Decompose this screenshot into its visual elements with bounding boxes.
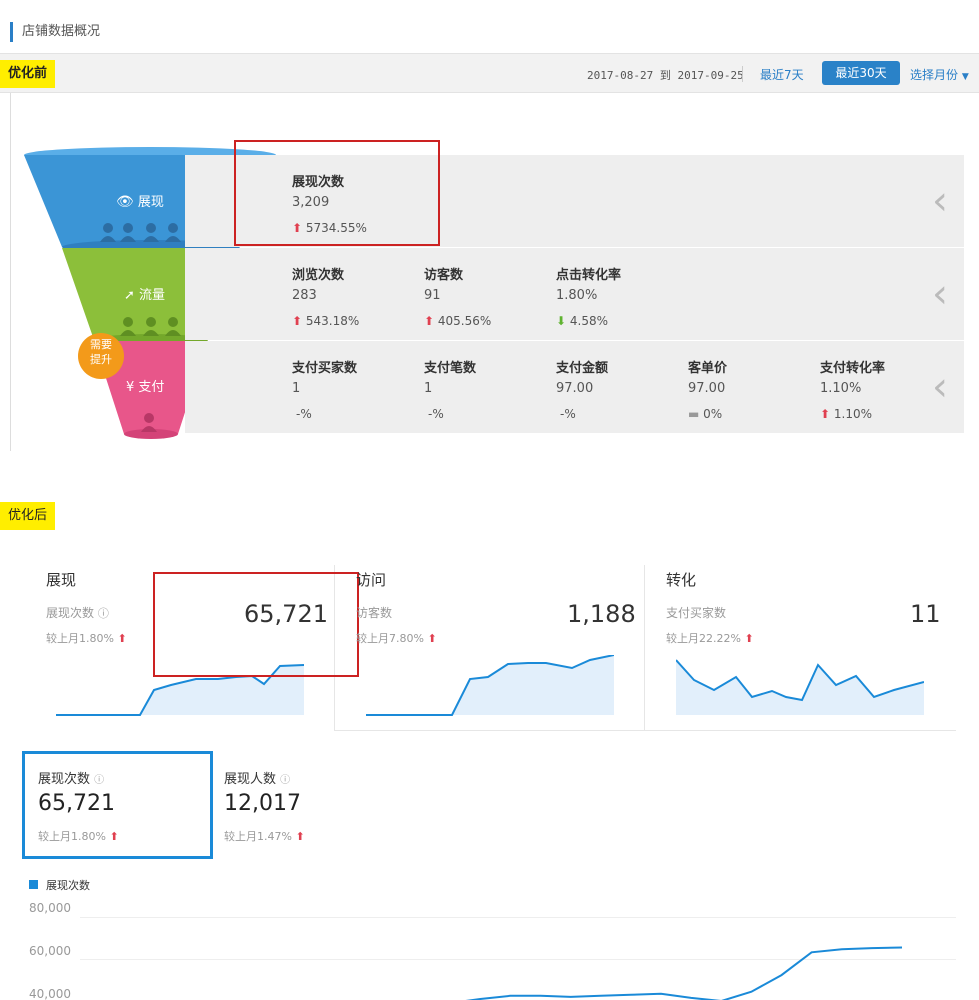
need-improve-badge: 需要提升 <box>78 333 124 379</box>
card-title: 展现 <box>46 571 77 589</box>
arrow-up-icon: ⬆ <box>744 632 754 645</box>
month-select[interactable]: 选择月份 ▼ <box>910 66 969 83</box>
card-compare: 较上月7.80% ⬆ <box>356 632 437 645</box>
card-value: 1,188 <box>567 600 636 628</box>
kpi-value: 12,017 <box>224 791 301 816</box>
flat-icon: ▬ <box>688 407 700 421</box>
help-icon[interactable]: ⓘ <box>280 775 290 786</box>
funnel-impression: 👁 展现 <box>116 194 164 210</box>
metric-value: 1.80% <box>556 288 598 303</box>
divider <box>10 93 11 451</box>
chevron-left-icon[interactable]: ‹ <box>932 274 948 314</box>
cursor-icon: ➚ <box>124 288 135 303</box>
after-tag: 优化后 <box>0 502 56 530</box>
card-metric: 支付买家数 <box>666 606 727 620</box>
page-title: 店铺数据概况 <box>10 22 100 42</box>
metric-change: -% <box>428 407 444 421</box>
arrow-up-icon: ⬆ <box>424 314 435 328</box>
divider <box>334 730 956 731</box>
arrow-up-icon: ⬆ <box>295 830 305 843</box>
metric-value: 91 <box>424 288 441 303</box>
metric-value: 1 <box>424 381 433 396</box>
metric-value: 97.00 <box>688 381 726 396</box>
last7-link[interactable]: 最近7天 <box>760 66 804 83</box>
metric-label: 支付买家数 <box>292 361 358 376</box>
metric-label: 客单价 <box>688 361 728 376</box>
help-icon[interactable]: ⓘ <box>94 775 104 786</box>
arrow-up-icon: ⬆ <box>427 632 437 645</box>
chevron-left-icon[interactable]: ‹ <box>932 181 948 221</box>
metric-change: -% <box>560 407 576 421</box>
last30-button[interactable]: 最近30天 <box>822 61 900 85</box>
metric-value: 1 <box>292 381 301 396</box>
highlight-box <box>234 140 440 246</box>
main-line-chart <box>465 946 903 1000</box>
eye-icon: 👁 <box>116 194 134 210</box>
metric-label: 支付转化率 <box>820 361 886 376</box>
series-line <box>465 946 903 1000</box>
kpi-label: 展现次数 ⓘ <box>38 772 105 787</box>
metric-value: 97.00 <box>556 381 594 396</box>
card-compare: 较上月22.22% ⬆ <box>666 632 754 645</box>
arrow-up-icon: ⬆ <box>292 314 303 328</box>
arrow-up-icon: ⬆ <box>117 632 127 645</box>
metric-value: 1.10% <box>820 381 862 396</box>
arrow-up-icon: ⬆ <box>109 830 119 843</box>
metric-value: 283 <box>292 288 317 303</box>
card-metric: 展现次数 ⓘ <box>46 606 109 620</box>
date-range: 2017-08-27 到 2017-09-25 <box>587 69 744 82</box>
metric-label: 浏览次数 <box>292 268 345 283</box>
kpi-label[interactable]: 展现人数 ⓘ <box>224 768 290 787</box>
funnel-traffic: ➚ 流量 <box>124 288 166 303</box>
funnel-payment: ¥ 支付 <box>126 380 165 395</box>
card-title: 访问 <box>356 571 387 589</box>
metric-label: 访客数 <box>424 268 464 283</box>
metric-change: ⬆ 1.10% <box>820 407 873 421</box>
divider <box>742 66 743 82</box>
arrow-up-icon: ⬆ <box>820 407 831 421</box>
card-value: 11 <box>910 600 941 628</box>
metric-change: ▬ 0% <box>688 407 723 421</box>
chevron-left-icon[interactable]: ‹ <box>932 367 948 407</box>
yen-icon: ¥ <box>126 380 135 395</box>
kpi-compare: 较上月1.47% ⬆ <box>224 830 305 843</box>
card-metric: 访客数 <box>356 606 393 620</box>
kpi-value: 65,721 <box>38 791 115 816</box>
divider <box>644 565 645 731</box>
metric-change: ⬆ 543.18% <box>292 314 360 328</box>
arrow-down-icon: ⬇ <box>556 314 567 328</box>
metric-label: 点击转化率 <box>556 268 622 283</box>
metric-label: 支付笔数 <box>424 361 477 376</box>
highlight-box <box>153 572 359 677</box>
sparkline-conversion <box>676 659 924 715</box>
help-icon[interactable]: ⓘ <box>98 607 109 620</box>
kpi-compare: 较上月1.80% ⬆ <box>38 830 119 843</box>
metric-label: 支付金额 <box>556 361 609 376</box>
card-title: 转化 <box>666 571 697 589</box>
before-tag: 优化前 <box>0 60 56 88</box>
metric-change: ⬆ 405.56% <box>424 314 492 328</box>
metric-change: ⬇ 4.58% <box>556 314 609 328</box>
sparkline-visits <box>366 655 614 716</box>
card-compare: 较上月1.80% ⬆ <box>46 632 127 645</box>
metric-change: -% <box>296 407 312 421</box>
